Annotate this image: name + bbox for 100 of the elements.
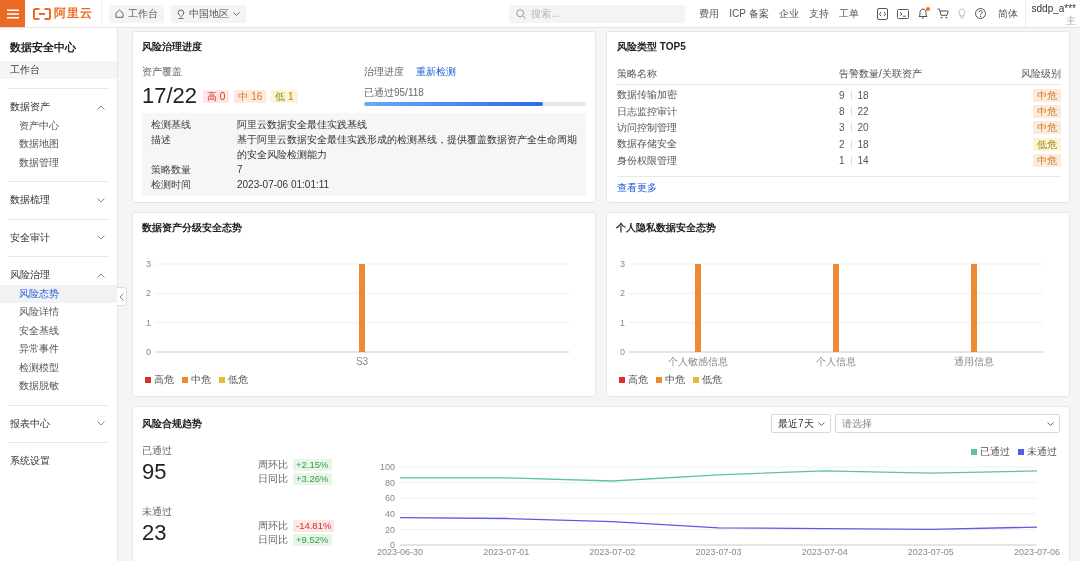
alert-count: 3 [839, 122, 845, 134]
axis-category-label: 通用信息 [954, 356, 994, 367]
sidebar-subitem[interactable]: 异常事件 [0, 340, 117, 359]
filter-select[interactable]: 请选择 [835, 414, 1060, 433]
account-role-label: 主 [1066, 15, 1076, 27]
card-title: 风险类型 TOP5 [617, 40, 687, 54]
axis-tick-label: 2 [146, 288, 151, 299]
progress-caption: 已通过95/118 [364, 86, 425, 100]
period-select[interactable]: 最近7天 [771, 414, 831, 433]
sidebar-group-header[interactable]: 数据梳理 [0, 191, 117, 210]
axis-tick-label: 100 [379, 462, 395, 473]
sidebar-title: 数据安全中心 [9, 40, 77, 55]
card-title: 风险合规趋势 [142, 416, 203, 431]
sidebar-group-header[interactable]: 风险治理 [0, 266, 117, 285]
console-button[interactable]: 工作台 [109, 4, 164, 23]
sidebar-subitem[interactable]: 检测模型 [0, 358, 117, 377]
top-nav-link[interactable]: 支持 [808, 6, 829, 21]
sidebar-item[interactable]: 工作台 [0, 61, 117, 79]
region-select[interactable]: 中国地区 [171, 4, 246, 23]
axis-date-label: 2023-07-04 [801, 547, 848, 557]
axis-tick-label: 1 [620, 317, 625, 328]
sidebar-subitem[interactable]: 安全基线 [0, 321, 117, 340]
coverage-value: 17/22 [142, 83, 198, 109]
stat-value: 95 [142, 458, 168, 486]
recheck-link[interactable]: 重新检测 [416, 65, 456, 79]
alert-count: 9 [839, 89, 845, 101]
view-more-link[interactable]: 查看更多 [617, 180, 657, 195]
detail-value: 7 [237, 163, 244, 177]
collapse-button[interactable] [117, 287, 127, 306]
risk-level-tag: 中危 [1033, 88, 1061, 102]
search-field[interactable]: 搜索... [509, 4, 686, 23]
chevron-down-icon [233, 11, 240, 16]
axis-tick-label: 60 [385, 493, 395, 504]
bell-icon[interactable] [917, 8, 928, 19]
detail-label: 策略数量 [151, 163, 192, 177]
top-nav-link[interactable]: 费用 [699, 6, 720, 21]
axis-category-label: 个人信息 [816, 356, 856, 367]
axis-date-label: 2023-06-30 [377, 547, 423, 557]
axis-date-label: 2023-07-02 [589, 547, 636, 557]
sidebar-item[interactable]: 系统设置 [0, 452, 117, 471]
axis-tick-label: 0 [146, 347, 151, 358]
risk-level-tag: 中危 [1033, 121, 1061, 135]
chevron-left-icon [119, 292, 124, 301]
change-label: 周环比 [258, 519, 288, 533]
top-nav-link[interactable]: 企业 [778, 6, 799, 21]
sidebar-group-header[interactable]: 数据资产 [0, 98, 117, 117]
legend-label: 高危 [628, 373, 648, 387]
axis-tick-label: 2 [620, 288, 625, 299]
sidebar-subitem[interactable]: 风险详情 [0, 303, 117, 322]
sidebar-subitem[interactable]: 数据脱敏 [0, 377, 117, 396]
asset-count: 20 [857, 122, 869, 134]
card-title: 风险治理进度 [142, 40, 203, 54]
axis-tick-label: 3 [620, 259, 625, 270]
terminal-icon[interactable] [896, 8, 909, 19]
asset-count: 18 [857, 138, 869, 150]
sidebar-group-header[interactable]: 报表中心 [0, 414, 117, 433]
axis-date-label: 2023-07-01 [483, 547, 530, 557]
language-link[interactable]: 简体 [997, 6, 1018, 21]
change-label: 周环比 [258, 458, 288, 472]
card-title: 数据资产分级安全态势 [142, 221, 243, 235]
detail-value: 2023-07-06 01:01:11 [237, 178, 331, 192]
column-header: 风险级别 [1021, 67, 1061, 81]
legend-label: 高危 [154, 373, 174, 387]
code-icon[interactable] [876, 7, 888, 20]
sidebar-subitem[interactable]: 风险态势 [0, 284, 117, 303]
user-name[interactable]: sddp_a*** [1031, 3, 1076, 15]
help-icon[interactable] [974, 8, 986, 19]
legend-label: 中危 [665, 373, 685, 387]
coverage-label: 资产覆盖 [142, 65, 183, 79]
legend-label: 中危 [191, 373, 211, 387]
logo-text: 阿里云 [54, 5, 93, 22]
axis-tick-label: 3 [146, 259, 151, 270]
column-header: 策略名称 [617, 67, 658, 81]
stat-value: 23 [142, 519, 168, 547]
axis-date-label: 2023-07-05 [907, 547, 954, 557]
legend-label: 低危 [228, 373, 248, 387]
sidebar-subitem[interactable]: 数据管理 [0, 153, 117, 172]
risk-count-badge: 中 16 [234, 89, 267, 103]
stat-label: 未通过 [142, 505, 173, 519]
top-nav-link[interactable]: ICP 备案 [729, 6, 769, 21]
sidebar-group-header[interactable]: 安全审计 [0, 228, 117, 247]
risk-level-tag: 低危 [1033, 137, 1061, 151]
change-label: 日同比 [258, 533, 288, 547]
top-nav-link[interactable]: 工单 [838, 6, 859, 21]
legend-label: 已通过 [980, 445, 1010, 459]
alert-count: 2 [839, 138, 845, 150]
sidebar-subitem[interactable]: 资产中心 [0, 116, 117, 135]
table-cell-text: 数据存储安全 [617, 137, 678, 152]
menu-button[interactable] [0, 0, 25, 27]
menu-icon [6, 8, 19, 19]
location-pin-icon [177, 8, 185, 19]
axis-category-label: 个人敏感信息 [668, 356, 728, 367]
asset-count: 22 [857, 106, 869, 118]
axis-tick-label: 1 [146, 317, 151, 328]
cart-icon[interactable] [936, 8, 949, 19]
detail-value: 阿里云数据安全最佳实践基线 [237, 118, 368, 132]
logo-icon [33, 7, 51, 20]
sidebar-subitem[interactable]: 数据地图 [0, 135, 117, 154]
change-tag: +2.15% [293, 459, 332, 471]
detail-label: 描述 [151, 133, 172, 147]
